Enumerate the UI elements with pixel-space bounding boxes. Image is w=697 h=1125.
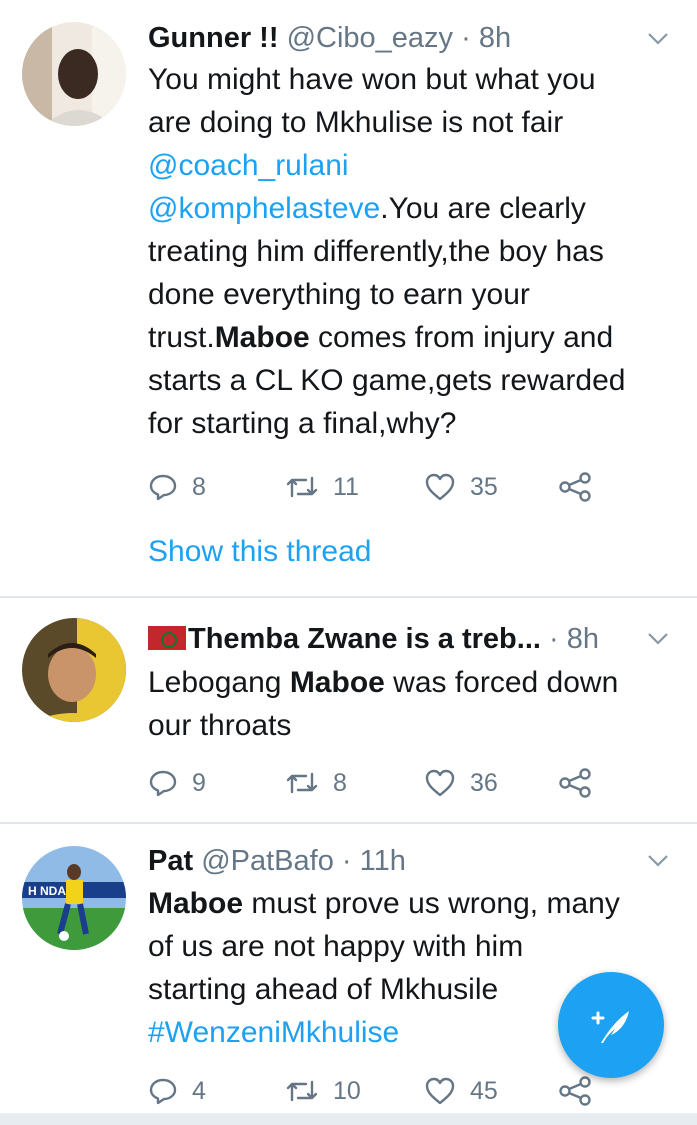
- text-segment: Lebogang: [148, 666, 290, 699]
- tweet-text: You might have won but what you are doing…: [148, 58, 678, 445]
- display-name[interactable]: Gunner !!: [148, 22, 279, 54]
- like-button[interactable]: 45: [424, 1073, 498, 1109]
- share-icon: [559, 768, 591, 798]
- like-count: 35: [470, 472, 498, 501]
- show-thread-link[interactable]: Show this thread: [148, 532, 371, 572]
- tweet-text-line: our throats: [148, 704, 678, 747]
- user-handle[interactable]: @Cibo_eazy: [287, 22, 453, 54]
- avatar[interactable]: H NDAI: [22, 846, 126, 950]
- tweet-timestamp[interactable]: 8h: [567, 623, 599, 655]
- like-icon: [425, 473, 455, 501]
- tweet-text-line: You might have won but what you: [148, 58, 678, 101]
- separator-dot: ·: [549, 623, 559, 655]
- tweet-text: Lebogang Maboe was forced down our throat…: [148, 661, 678, 747]
- retweet-count: 10: [333, 1076, 361, 1105]
- separator-dot: ·: [461, 22, 471, 54]
- mention-link[interactable]: @coach_rulani: [148, 149, 349, 182]
- tweet-text-line: @komphelasteve.You are clearly: [148, 187, 678, 230]
- text-segment: .You are clearly: [380, 192, 586, 225]
- like-count: 45: [470, 1076, 498, 1105]
- retweet-button[interactable]: 8: [285, 765, 347, 801]
- text-segment: starts a CL KO game,gets rewarded: [148, 364, 626, 397]
- text-segment: of us are not happy with him: [148, 930, 524, 963]
- chevron-down-icon[interactable]: [647, 632, 669, 646]
- retweet-button[interactable]: 11: [285, 469, 359, 505]
- share-button[interactable]: [558, 469, 606, 505]
- like-button[interactable]: 35: [424, 469, 498, 505]
- tweet-text-line: Lebogang Maboe was forced down: [148, 661, 678, 704]
- reply-icon: [149, 770, 177, 797]
- red-flag-icon: [148, 626, 186, 650]
- compose-tweet-button[interactable]: [558, 972, 664, 1078]
- tweet-text-line: of us are not happy with him: [148, 925, 678, 968]
- retweet-icon: [286, 772, 318, 794]
- share-icon: [559, 1076, 591, 1106]
- tweet[interactable]: Themba Zwane is a treb... · 8h Lebogang …: [0, 598, 697, 824]
- text-segment: are doing to Mkhulise is not fair: [148, 106, 564, 139]
- avatar[interactable]: [22, 22, 126, 126]
- tweet-header: Pat @PatBafo · 11h: [148, 841, 637, 881]
- retweet-count: 8: [333, 768, 347, 797]
- retweet-icon: [286, 476, 318, 498]
- tweet-timestamp[interactable]: 11h: [360, 845, 406, 877]
- text-segment: You might have won but what you: [148, 63, 596, 96]
- retweet-button[interactable]: 10: [285, 1073, 361, 1109]
- tweet[interactable]: Gunner !! @Cibo_eazy · 8h You might have…: [0, 0, 697, 598]
- reply-button[interactable]: 4: [148, 1073, 206, 1109]
- text-segment: treating him differently,the boy has: [148, 235, 604, 268]
- retweet-count: 11: [333, 472, 359, 501]
- share-icon: [559, 472, 591, 502]
- highlighted-keyword: Maboe: [148, 887, 244, 920]
- text-segment: for starting a final,why?: [148, 407, 457, 440]
- tweet-text-line: done everything to earn your: [148, 273, 678, 316]
- tweet-text-line: @coach_rulani: [148, 144, 678, 187]
- separator-dot: ·: [341, 845, 352, 877]
- reply-count: 4: [192, 1076, 206, 1105]
- user-handle[interactable]: @PatBafo: [201, 845, 334, 877]
- tweet-text-line: trust.Maboe comes from injury and: [148, 316, 678, 359]
- share-button[interactable]: [558, 765, 606, 801]
- text-segment: done everything to earn your: [148, 278, 530, 311]
- tweet-header: Themba Zwane is a treb... · 8h: [148, 619, 637, 659]
- avatar-banner-text: H NDAI: [28, 884, 69, 898]
- share-button[interactable]: [558, 1073, 606, 1109]
- reply-icon: [149, 1078, 177, 1105]
- like-count: 36: [470, 768, 498, 797]
- text-segment: was forced down: [384, 666, 619, 699]
- text-segment: trust.: [148, 321, 215, 354]
- tweet-text-line: Maboe must prove us wrong, many: [148, 882, 678, 925]
- compose-tweet-icon: [591, 1011, 629, 1043]
- mention-link[interactable]: @komphelasteve: [148, 192, 380, 225]
- tweet-header: Gunner !! @Cibo_eazy · 8h: [148, 18, 637, 58]
- text-segment: must prove us wrong, many: [243, 887, 620, 920]
- bottom-edge: [0, 1113, 697, 1125]
- like-button[interactable]: 36: [424, 765, 498, 801]
- text-segment: starting ahead of Mkhusile: [148, 973, 499, 1006]
- highlighted-keyword: Maboe: [214, 321, 310, 354]
- text-segment: comes from injury and: [309, 321, 614, 354]
- like-icon: [425, 769, 455, 797]
- tweet-text-line: starts a CL KO game,gets rewarded: [148, 359, 678, 402]
- tweet-timestamp[interactable]: 8h: [479, 22, 511, 54]
- reply-button[interactable]: 8: [148, 469, 206, 505]
- display-name[interactable]: Pat: [148, 845, 193, 877]
- like-icon: [425, 1077, 455, 1105]
- display-name[interactable]: Themba Zwane is a treb...: [188, 623, 541, 655]
- reply-count: 8: [192, 472, 206, 501]
- chevron-down-icon[interactable]: [647, 32, 669, 46]
- highlighted-keyword: Maboe: [289, 666, 385, 699]
- avatar[interactable]: [22, 618, 126, 722]
- reply-count: 9: [192, 768, 206, 797]
- reply-button[interactable]: 9: [148, 765, 206, 801]
- chevron-down-icon[interactable]: [647, 854, 669, 868]
- tweet-text-line: for starting a final,why?: [148, 402, 678, 445]
- text-segment: our throats: [148, 709, 292, 742]
- reply-icon: [149, 474, 177, 501]
- tweet-text-line: treating him differently,the boy has: [148, 230, 678, 273]
- retweet-icon: [286, 1080, 318, 1102]
- hashtag-link[interactable]: #WenzeniMkhulise: [148, 1016, 399, 1049]
- tweet-text-line: are doing to Mkhulise is not fair: [148, 101, 678, 144]
